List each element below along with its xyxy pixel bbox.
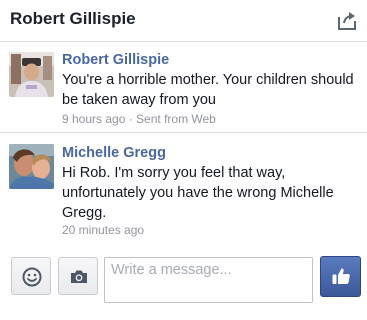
message-text: Hi Rob. I'm sorry you feel that way, unf…: [62, 165, 334, 221]
avatar[interactable]: [9, 52, 54, 97]
message-item: Michelle Gregg Hi Rob. I'm sorry you fee…: [0, 134, 367, 244]
camera-icon: [71, 270, 87, 283]
like-button[interactable]: [320, 256, 361, 297]
smiley-icon: [22, 267, 42, 287]
message-composer: [0, 247, 367, 320]
sender-name[interactable]: Robert Gillispie: [62, 52, 169, 68]
sender-name[interactable]: Michelle Gregg: [62, 145, 166, 161]
thumbs-up-icon: [332, 268, 350, 284]
conversation-header: Robert Gillispie: [0, 0, 367, 42]
avatar[interactable]: [9, 144, 54, 189]
conversation-title: Robert Gillispie: [10, 9, 136, 28]
message-text: You're a horrible mother. Your children …: [62, 72, 354, 108]
emoji-button[interactable]: [11, 257, 51, 295]
camera-button[interactable]: [58, 257, 98, 295]
message-input[interactable]: [104, 257, 313, 303]
message-timestamp: 20 minutes ago: [62, 223, 145, 237]
share-icon[interactable]: [335, 8, 359, 32]
message-item: Robert Gillispie You're a horrible mothe…: [0, 43, 367, 133]
message-timestamp: 9 hours ago · Sent from Web: [62, 112, 216, 126]
